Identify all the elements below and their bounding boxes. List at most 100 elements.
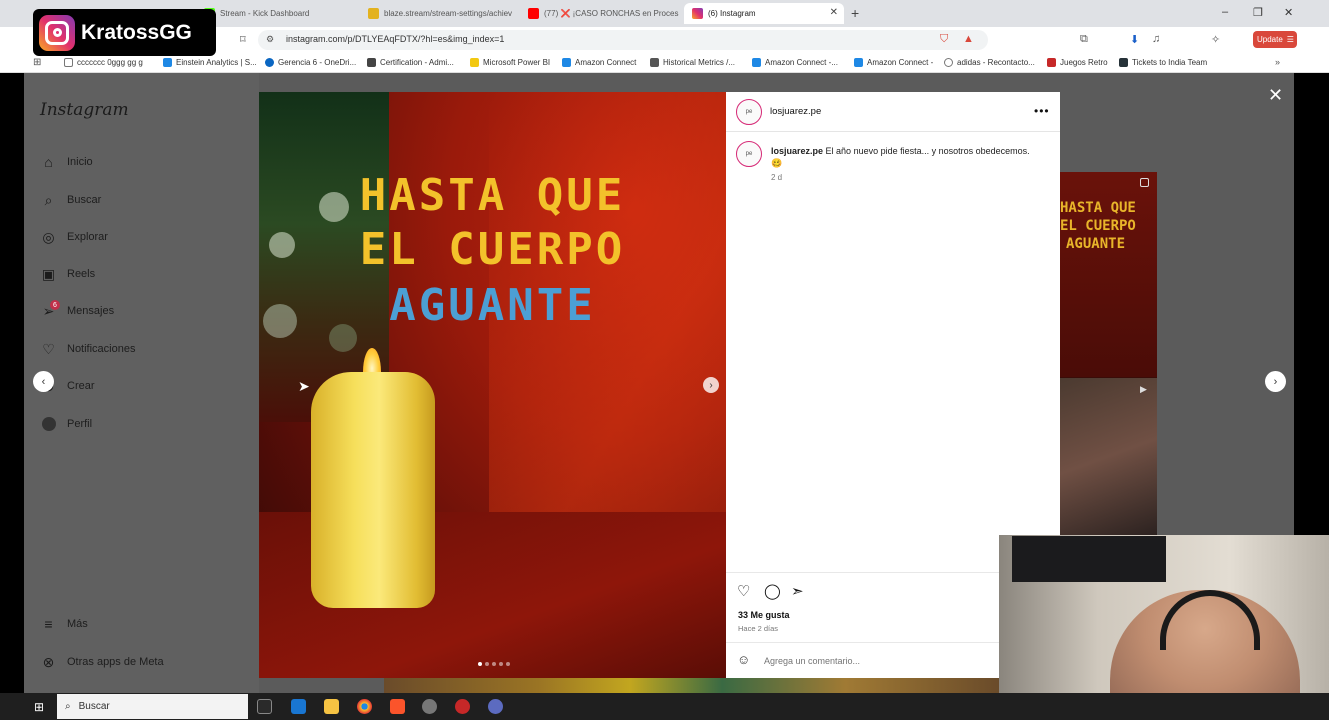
url-text[interactable]: instagram.com/p/DTLYEAqFDTX/?hl=es&img_i… [286, 34, 504, 44]
caption-emoji: 🥴 [771, 158, 783, 168]
compass-icon: ◎ [42, 228, 55, 245]
new-tab-button[interactable]: + [851, 5, 859, 21]
chrome-icon[interactable] [357, 699, 372, 714]
nav-inicio[interactable]: ⌂ Inicio [40, 152, 92, 172]
download-icon[interactable]: ⬇ [1130, 33, 1139, 46]
brave-shield-icon[interactable]: ⛉ [940, 33, 948, 46]
more-bookmarks-icon[interactable]: » [1275, 57, 1280, 67]
bookmark-item[interactable]: Juegos Retro [1047, 58, 1108, 67]
messenger-icon[interactable] [488, 699, 503, 714]
bookmark-item[interactable]: Einstein Analytics | S... [163, 58, 257, 67]
file-explorer-icon[interactable] [324, 699, 339, 714]
update-button[interactable]: Update ☰ [1253, 31, 1297, 48]
likes-count[interactable]: 33 Me gusta [738, 610, 790, 620]
comment-input[interactable] [764, 654, 984, 668]
bookmark-item[interactable]: Microsoft Power BI [470, 58, 550, 67]
menu-icon: ≡ [44, 616, 53, 632]
carousel-dots [478, 662, 510, 666]
carousel-dot [506, 662, 510, 666]
bookmark-item[interactable]: Tickets to India Team [1119, 58, 1207, 67]
youtube-icon [528, 8, 539, 19]
extensions-icon[interactable]: ⧉ [1080, 33, 1088, 46]
nav-perfil[interactable]: Perfil [40, 414, 92, 434]
instagram-logo[interactable]: Instagram [40, 100, 129, 120]
site-info-icon[interactable]: ⚙ [266, 34, 274, 45]
nav-meta-apps[interactable]: ⊗ Otras apps de Meta [40, 652, 164, 672]
caption-age: 2 d [771, 173, 783, 182]
nav-notificaciones[interactable]: ♡ Notificaciones [40, 339, 135, 359]
nav-mas[interactable]: ≡ Más [40, 614, 87, 634]
bookmark-item[interactable]: Amazon Connect -... [752, 58, 838, 67]
post-date: Hace 2 días [738, 624, 779, 633]
carousel-dot [492, 662, 496, 666]
background-thumbnail[interactable]: HASTA QUE EL CUERPO AGUANTE [1060, 172, 1157, 377]
carousel-next-button[interactable]: › [703, 377, 719, 393]
profile-avatar [40, 416, 57, 433]
tab-3[interactable]: blaze.stream/stream-settings/achiev [360, 3, 520, 24]
obs-icon[interactable] [455, 699, 470, 714]
stream-logo-text: KratossGG [81, 20, 192, 44]
close-modal-icon[interactable]: ✕ [1268, 85, 1283, 106]
instagram-icon [692, 8, 703, 19]
thumb-text: EL CUERPO [1060, 218, 1136, 234]
candle [311, 372, 435, 608]
comment-icon[interactable]: ◯ [764, 582, 781, 600]
minimize-button[interactable]: – [1222, 6, 1228, 18]
tab-instagram[interactable]: (6) Instagram ✕ [684, 3, 844, 24]
bookmark-item[interactable]: ccccccc 0ggg gg g [64, 58, 143, 67]
taskbar-search[interactable]: ⌕ Buscar [57, 694, 248, 719]
app-icon[interactable] [422, 699, 437, 714]
tab-2[interactable]: Stream - Kick Dashboard [196, 3, 356, 24]
bookmark-icon[interactable]: ⌑ [240, 33, 246, 46]
caption-avatar[interactable]: pe [736, 141, 762, 167]
author-username[interactable]: losjuarez.pe [770, 106, 821, 117]
brave-icon[interactable] [390, 699, 405, 714]
nav-explorar[interactable]: ◎ Explorar [40, 227, 108, 247]
caption-text: El año nuevo pide fiesta... y nosotros o… [825, 146, 1030, 156]
tab-label: (6) Instagram [708, 9, 756, 18]
tab-4[interactable]: (77) ❌ ¡CASO RONCHAS en Proces [520, 3, 680, 24]
windows-start-icon[interactable]: ⊞ [34, 700, 44, 714]
stream-logo: KratossGG [33, 9, 216, 56]
blaze-icon [368, 8, 379, 19]
image-headline-line2: EL CUERPO [359, 224, 626, 275]
update-label: Update [1257, 35, 1283, 44]
restore-button[interactable]: ❐ [1253, 6, 1263, 19]
divider [726, 131, 1060, 132]
outlook-icon[interactable] [291, 699, 306, 714]
heart-icon: ♡ [42, 340, 55, 357]
rewards-icon[interactable]: ▲ [963, 33, 974, 45]
menu-icon: ☰ [1286, 35, 1294, 44]
emoji-icon[interactable]: ☺ [737, 652, 750, 667]
bookmark-item[interactable]: Amazon Connect - [854, 58, 933, 67]
post-caption: losjuarez.pe El año nuevo pide fiesta...… [771, 145, 1041, 169]
task-view-icon[interactable] [257, 699, 272, 714]
more-options-icon[interactable]: ••• [1034, 104, 1050, 118]
bookmark-item[interactable]: adidas - Recontacto... [944, 58, 1035, 67]
nav-reels[interactable]: ▣ Reels [40, 264, 95, 284]
apps-grid-icon[interactable]: ⊞ [33, 57, 41, 68]
close-window-button[interactable]: ✕ [1284, 6, 1293, 19]
author-avatar[interactable]: pe [736, 99, 762, 125]
ai-icon[interactable]: ✧ [1211, 33, 1220, 46]
share-icon[interactable]: ➣ [791, 582, 804, 600]
caption-username[interactable]: losjuarez.pe [771, 146, 823, 156]
like-heart-icon[interactable]: ♡ [737, 582, 750, 600]
bookmark-item[interactable]: Historical Metrics /... [650, 58, 735, 67]
next-post-button[interactable]: › [1265, 371, 1286, 392]
taskbar-search-label: Buscar [78, 701, 110, 712]
tab-label: (77) ❌ ¡CASO RONCHAS en Proces [544, 9, 679, 18]
bookmark-item[interactable]: Gerencia 6 - OneDri... [265, 58, 356, 67]
nav-buscar[interactable]: ⌕ Buscar [40, 190, 102, 210]
music-icon[interactable]: ♫ [1152, 33, 1160, 45]
background-thumbnail[interactable]: ▶ [1060, 378, 1157, 535]
carousel-dot [499, 662, 503, 666]
bookmark-item[interactable]: Amazon Connect [562, 58, 636, 67]
close-tab-icon[interactable]: ✕ [830, 7, 838, 18]
mouse-cursor-icon: ➤ [298, 378, 310, 394]
tab-label: Stream - Kick Dashboard [220, 9, 310, 18]
background-thumbnail-row [384, 678, 999, 693]
previous-post-button[interactable]: ‹ [33, 371, 54, 392]
bookmark-item[interactable]: Certification - Admi... [367, 58, 454, 67]
carousel-dot-active [478, 662, 482, 666]
